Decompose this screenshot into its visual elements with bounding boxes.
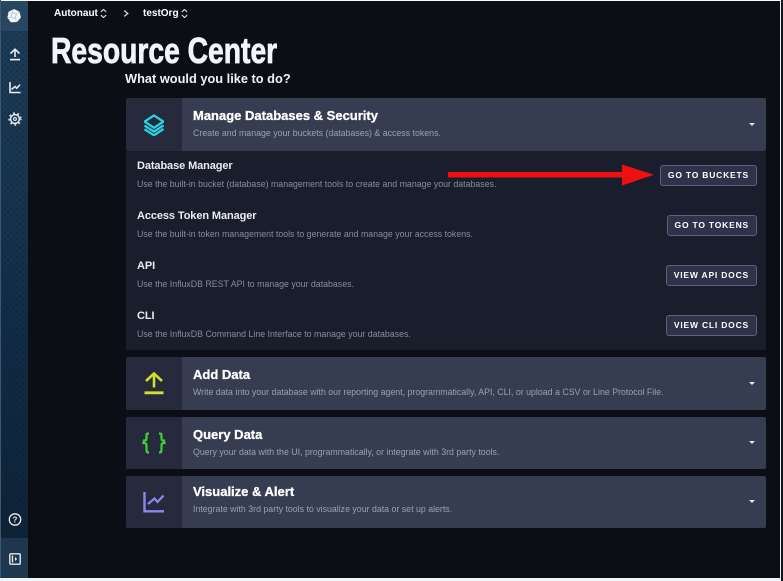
svg-text:?: ? (12, 515, 17, 524)
